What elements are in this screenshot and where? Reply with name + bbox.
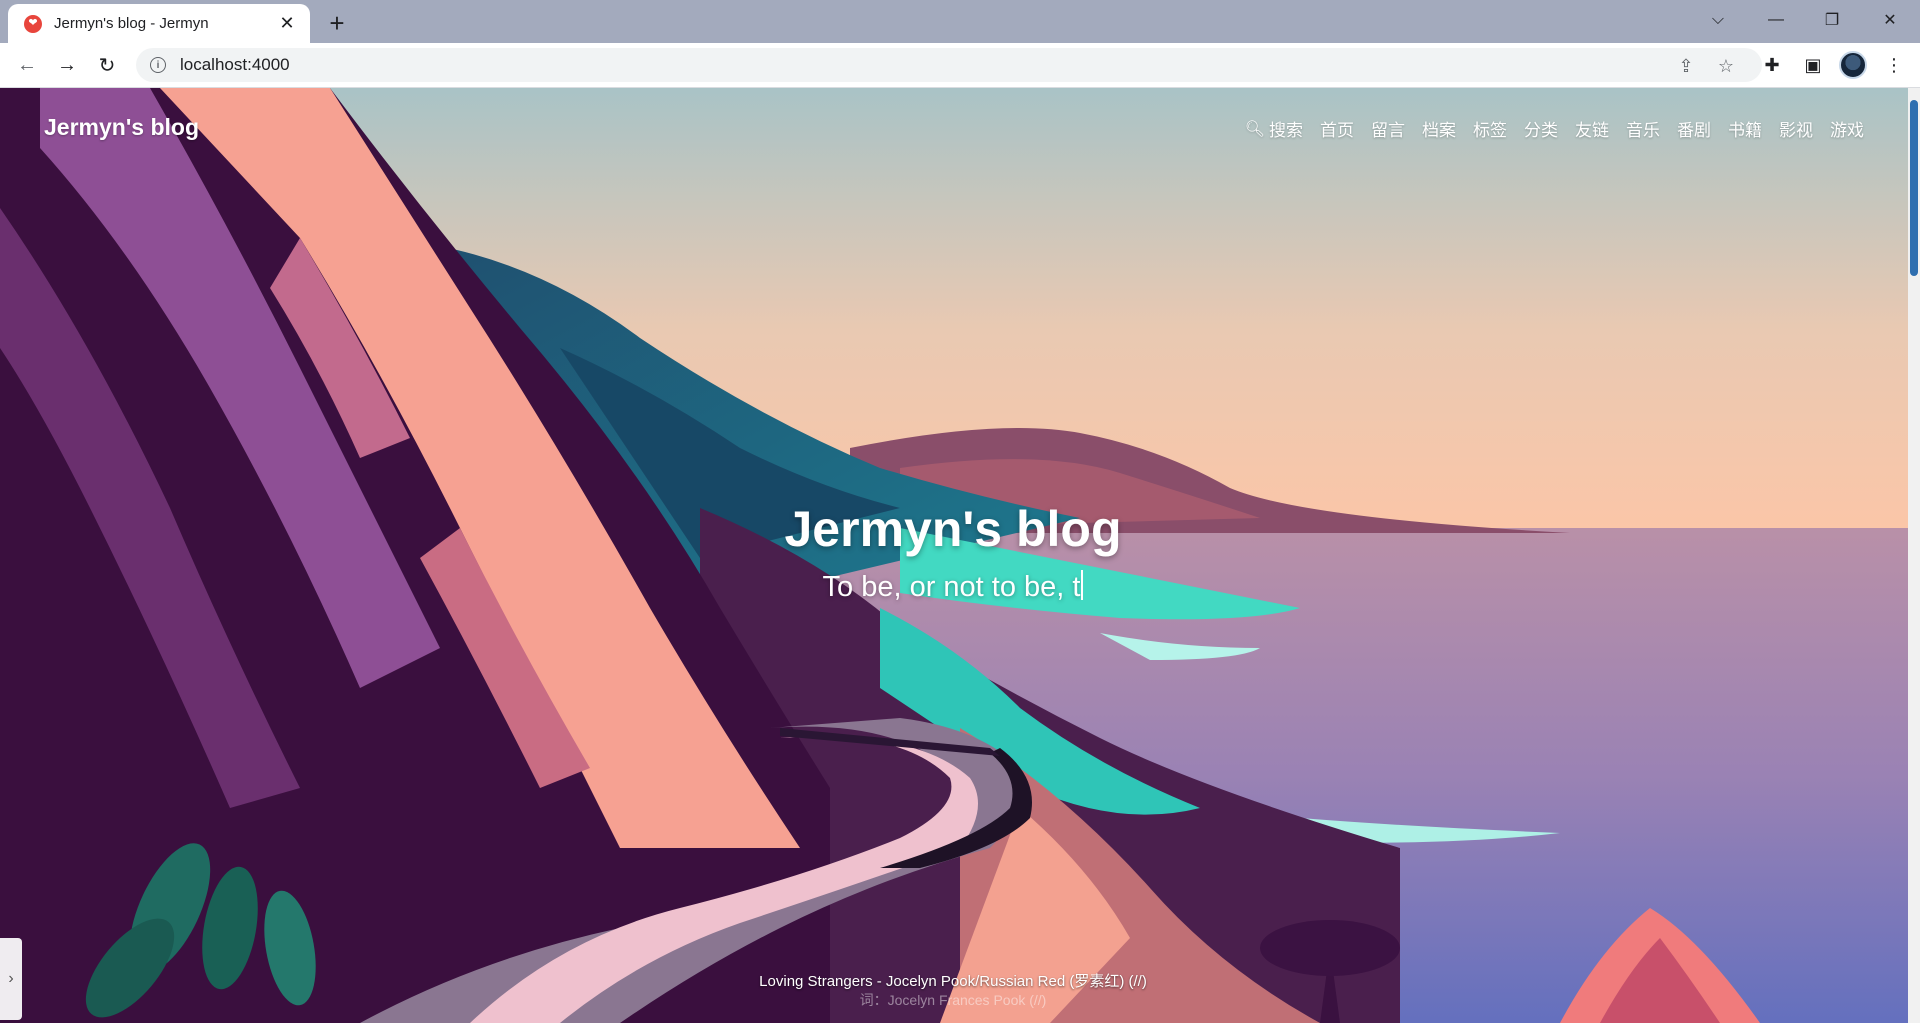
site-nav: 🔍︎ 搜索 首页 留言 档案 标签 分类 友链 音乐 番剧 书籍 影视 游戏 <box>1245 116 1864 141</box>
close-tab-icon[interactable]: ✕ <box>276 13 298 35</box>
reload-button[interactable]: ↻ <box>91 49 123 81</box>
new-tab-button[interactable]: + <box>322 8 352 38</box>
site-info-icon[interactable]: i <box>150 57 166 73</box>
nav-item-friends[interactable]: 友链 <box>1575 116 1609 141</box>
nav-item-tags[interactable]: 标签 <box>1473 116 1507 141</box>
share-icon[interactable]: ⇪ <box>1674 55 1698 77</box>
tab-strip: ❤ Jermyn's blog - Jermyn ✕ + ⌵ — ❐ ✕ <box>0 0 1920 43</box>
nav-item-music[interactable]: 音乐 <box>1626 116 1660 141</box>
address-bar[interactable]: i localhost:4000 ⇪ ☆ <box>136 48 1762 82</box>
hero-subtitle-text: To be, or not to be, t <box>822 571 1081 603</box>
more-menu-icon[interactable]: ⋮ <box>1878 49 1910 81</box>
close-window-button[interactable]: ✕ <box>1862 0 1918 40</box>
forward-button[interactable]: → <box>51 49 83 81</box>
nav-item-games[interactable]: 游戏 <box>1830 116 1864 141</box>
lyric-next-line: 词：Jocelyn Frances Pook (//) <box>859 992 1047 1008</box>
page-viewport: Jermyn's blog 🔍︎ 搜索 首页 留言 档案 标签 分类 友链 音乐… <box>0 88 1920 1023</box>
url-text[interactable]: localhost:4000 <box>180 55 290 75</box>
heart-icon: ❤ <box>24 14 42 33</box>
nav-item-anime[interactable]: 番剧 <box>1677 116 1711 141</box>
nav-item-categories[interactable]: 分类 <box>1524 116 1558 141</box>
scrollbar-thumb[interactable] <box>1910 100 1918 276</box>
back-button[interactable]: ← <box>11 49 43 81</box>
browser-toolbar: ← → ↻ i localhost:4000 ⇪ ☆ ✚ ▣ ⋮ <box>0 43 1920 88</box>
side-panel-icon[interactable]: ▣ <box>1797 49 1829 81</box>
extensions-puzzle-icon[interactable]: ✚ <box>1756 49 1788 81</box>
bookmark-star-icon[interactable]: ☆ <box>1714 55 1738 77</box>
site-brand[interactable]: Jermyn's blog <box>44 114 199 141</box>
lyric-current-line: Loving Strangers - Jocelyn Pook/Russian … <box>759 973 1147 990</box>
tab-title: Jermyn's blog - Jermyn <box>54 15 209 32</box>
nav-item-home[interactable]: 首页 <box>1320 116 1354 141</box>
nav-item-movies[interactable]: 影视 <box>1779 116 1813 141</box>
restore-button[interactable]: ❐ <box>1804 0 1860 40</box>
hero-subtitle: To be, or not to be, t <box>0 570 1906 604</box>
browser-tab[interactable]: ❤ Jermyn's blog - Jermyn ✕ <box>8 4 310 43</box>
nav-item-guestbook[interactable]: 留言 <box>1371 116 1405 141</box>
nav-search[interactable]: 🔍︎ 搜索 <box>1245 116 1303 141</box>
tab-search-chevron-icon[interactable]: ⌵ <box>1690 0 1746 40</box>
nav-item-archives[interactable]: 档案 <box>1422 116 1456 141</box>
nav-item-books[interactable]: 书籍 <box>1728 116 1762 141</box>
page-scrollbar[interactable] <box>1908 88 1920 1023</box>
minimize-button[interactable]: — <box>1748 0 1804 40</box>
hero-title: Jermyn's blog <box>784 501 1122 557</box>
profile-avatar[interactable] <box>1839 51 1867 79</box>
search-icon: 🔍︎ <box>1244 119 1265 138</box>
nav-search-label: 搜索 <box>1269 121 1303 141</box>
typing-caret <box>1081 570 1084 600</box>
